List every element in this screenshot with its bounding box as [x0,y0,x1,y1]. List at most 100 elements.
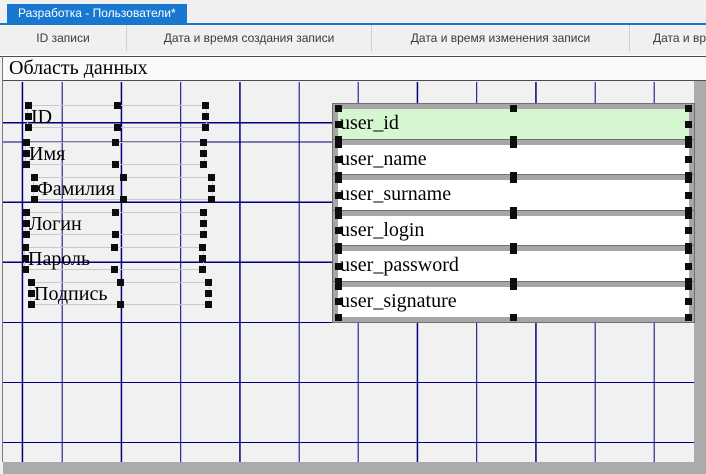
selection-handle[interactable] [685,298,692,305]
selection-handle[interactable] [120,174,127,181]
selection-handle[interactable] [22,244,29,251]
selection-handle[interactable] [202,124,209,131]
selection-handle[interactable] [685,212,692,219]
selection-handle[interactable] [510,314,517,321]
selection-handle[interactable] [202,113,209,120]
selection-handle[interactable] [200,150,207,157]
selection-handle[interactable] [199,255,206,262]
column-header-modification-datetime[interactable]: Дата и время изменения записи [372,25,630,51]
selection-handle[interactable] [117,279,124,286]
selection-handle[interactable] [208,185,215,192]
selection-handle[interactable] [120,196,127,203]
selection-handle[interactable] [22,266,29,273]
selection-handle[interactable] [510,141,517,148]
selection-handle[interactable] [200,139,207,146]
label-element-name[interactable]: Имя [25,142,205,165]
tab-development-users[interactable]: Разработка - Пользователи* [7,4,187,23]
selection-handle[interactable] [23,139,30,146]
field-user-password-text: user_password [338,251,689,281]
column-header-creation-datetime[interactable]: Дата и время создания записи [127,25,372,51]
selection-handle[interactable] [510,247,517,254]
selection-handle[interactable] [685,192,692,199]
selection-handle[interactable] [114,124,121,131]
selection-handle[interactable] [685,141,692,148]
selection-handle[interactable] [335,298,342,305]
selection-handle[interactable] [510,283,517,290]
selection-handle[interactable] [200,161,207,168]
selection-handle[interactable] [23,220,30,227]
field-user-signature[interactable]: user_signature [333,282,694,322]
field-user-surname[interactable]: user_surname [333,175,694,215]
column-header-truncated[interactable]: Дата и вре [630,25,706,51]
selection-handle[interactable] [111,266,118,273]
selection-handle[interactable] [208,174,215,181]
selection-handle[interactable] [205,279,212,286]
selection-handle[interactable] [117,301,124,308]
selection-handle[interactable] [111,244,118,251]
selection-handle[interactable] [199,266,206,273]
selection-handle[interactable] [205,301,212,308]
band-header-data-area[interactable]: Область данных [3,57,706,81]
selection-handle[interactable] [31,185,38,192]
selection-handle[interactable] [685,227,692,234]
selection-handle[interactable] [28,301,35,308]
selection-handle[interactable] [685,247,692,254]
label-element-surname[interactable]: Фамилия [33,177,213,200]
field-user-name[interactable]: user_name [333,140,694,180]
label-element-signature[interactable]: Подпись [30,282,210,305]
selection-handle[interactable] [685,314,692,321]
selection-handle[interactable] [28,279,35,286]
selection-handle[interactable] [31,174,38,181]
selection-handle[interactable] [25,113,32,120]
field-user-id[interactable]: user_id [333,104,694,144]
column-header-record-id[interactable]: ID записи [0,25,127,51]
selection-handle[interactable] [23,161,30,168]
selection-handle[interactable] [114,102,121,109]
selection-handle[interactable] [23,209,30,216]
selection-handle[interactable] [22,255,29,262]
selection-handle[interactable] [28,290,35,297]
selection-handle[interactable] [510,105,517,112]
selection-handle[interactable] [335,227,342,234]
selection-handle[interactable] [335,156,342,163]
selection-handle[interactable] [31,196,38,203]
selection-handle[interactable] [335,105,342,112]
selection-handle[interactable] [685,156,692,163]
selection-handle[interactable] [200,231,207,238]
selection-handle[interactable] [685,176,692,183]
selection-handle[interactable] [335,212,342,219]
selection-handle[interactable] [112,231,119,238]
selection-handle[interactable] [335,192,342,199]
field-user-password[interactable]: user_password [333,246,694,286]
selection-handle[interactable] [335,263,342,270]
selection-handle[interactable] [335,176,342,183]
selection-handle[interactable] [112,139,119,146]
selection-handle[interactable] [685,105,692,112]
selection-handle[interactable] [23,231,30,238]
selection-handle[interactable] [202,102,209,109]
selection-handle[interactable] [25,124,32,131]
selection-handle[interactable] [200,209,207,216]
selection-handle[interactable] [112,161,119,168]
selection-handle[interactable] [23,150,30,157]
selection-handle[interactable] [510,212,517,219]
selection-handle[interactable] [685,283,692,290]
selection-handle[interactable] [685,263,692,270]
selection-handle[interactable] [335,121,342,128]
selection-handle[interactable] [208,196,215,203]
selection-handle[interactable] [335,314,342,321]
selection-handle[interactable] [200,220,207,227]
selection-handle[interactable] [335,141,342,148]
selection-handle[interactable] [685,121,692,128]
label-element-login[interactable]: Логин [25,212,205,235]
selection-handle[interactable] [199,244,206,251]
selection-handle[interactable] [25,102,32,109]
selection-handle[interactable] [205,290,212,297]
selection-handle[interactable] [510,176,517,183]
selection-handle[interactable] [335,283,342,290]
label-element-id[interactable]: ID [27,105,207,128]
label-element-password[interactable]: Пароль [24,247,204,270]
field-user-login[interactable]: user_login [333,211,694,251]
selection-handle[interactable] [335,247,342,254]
selection-handle[interactable] [112,209,119,216]
